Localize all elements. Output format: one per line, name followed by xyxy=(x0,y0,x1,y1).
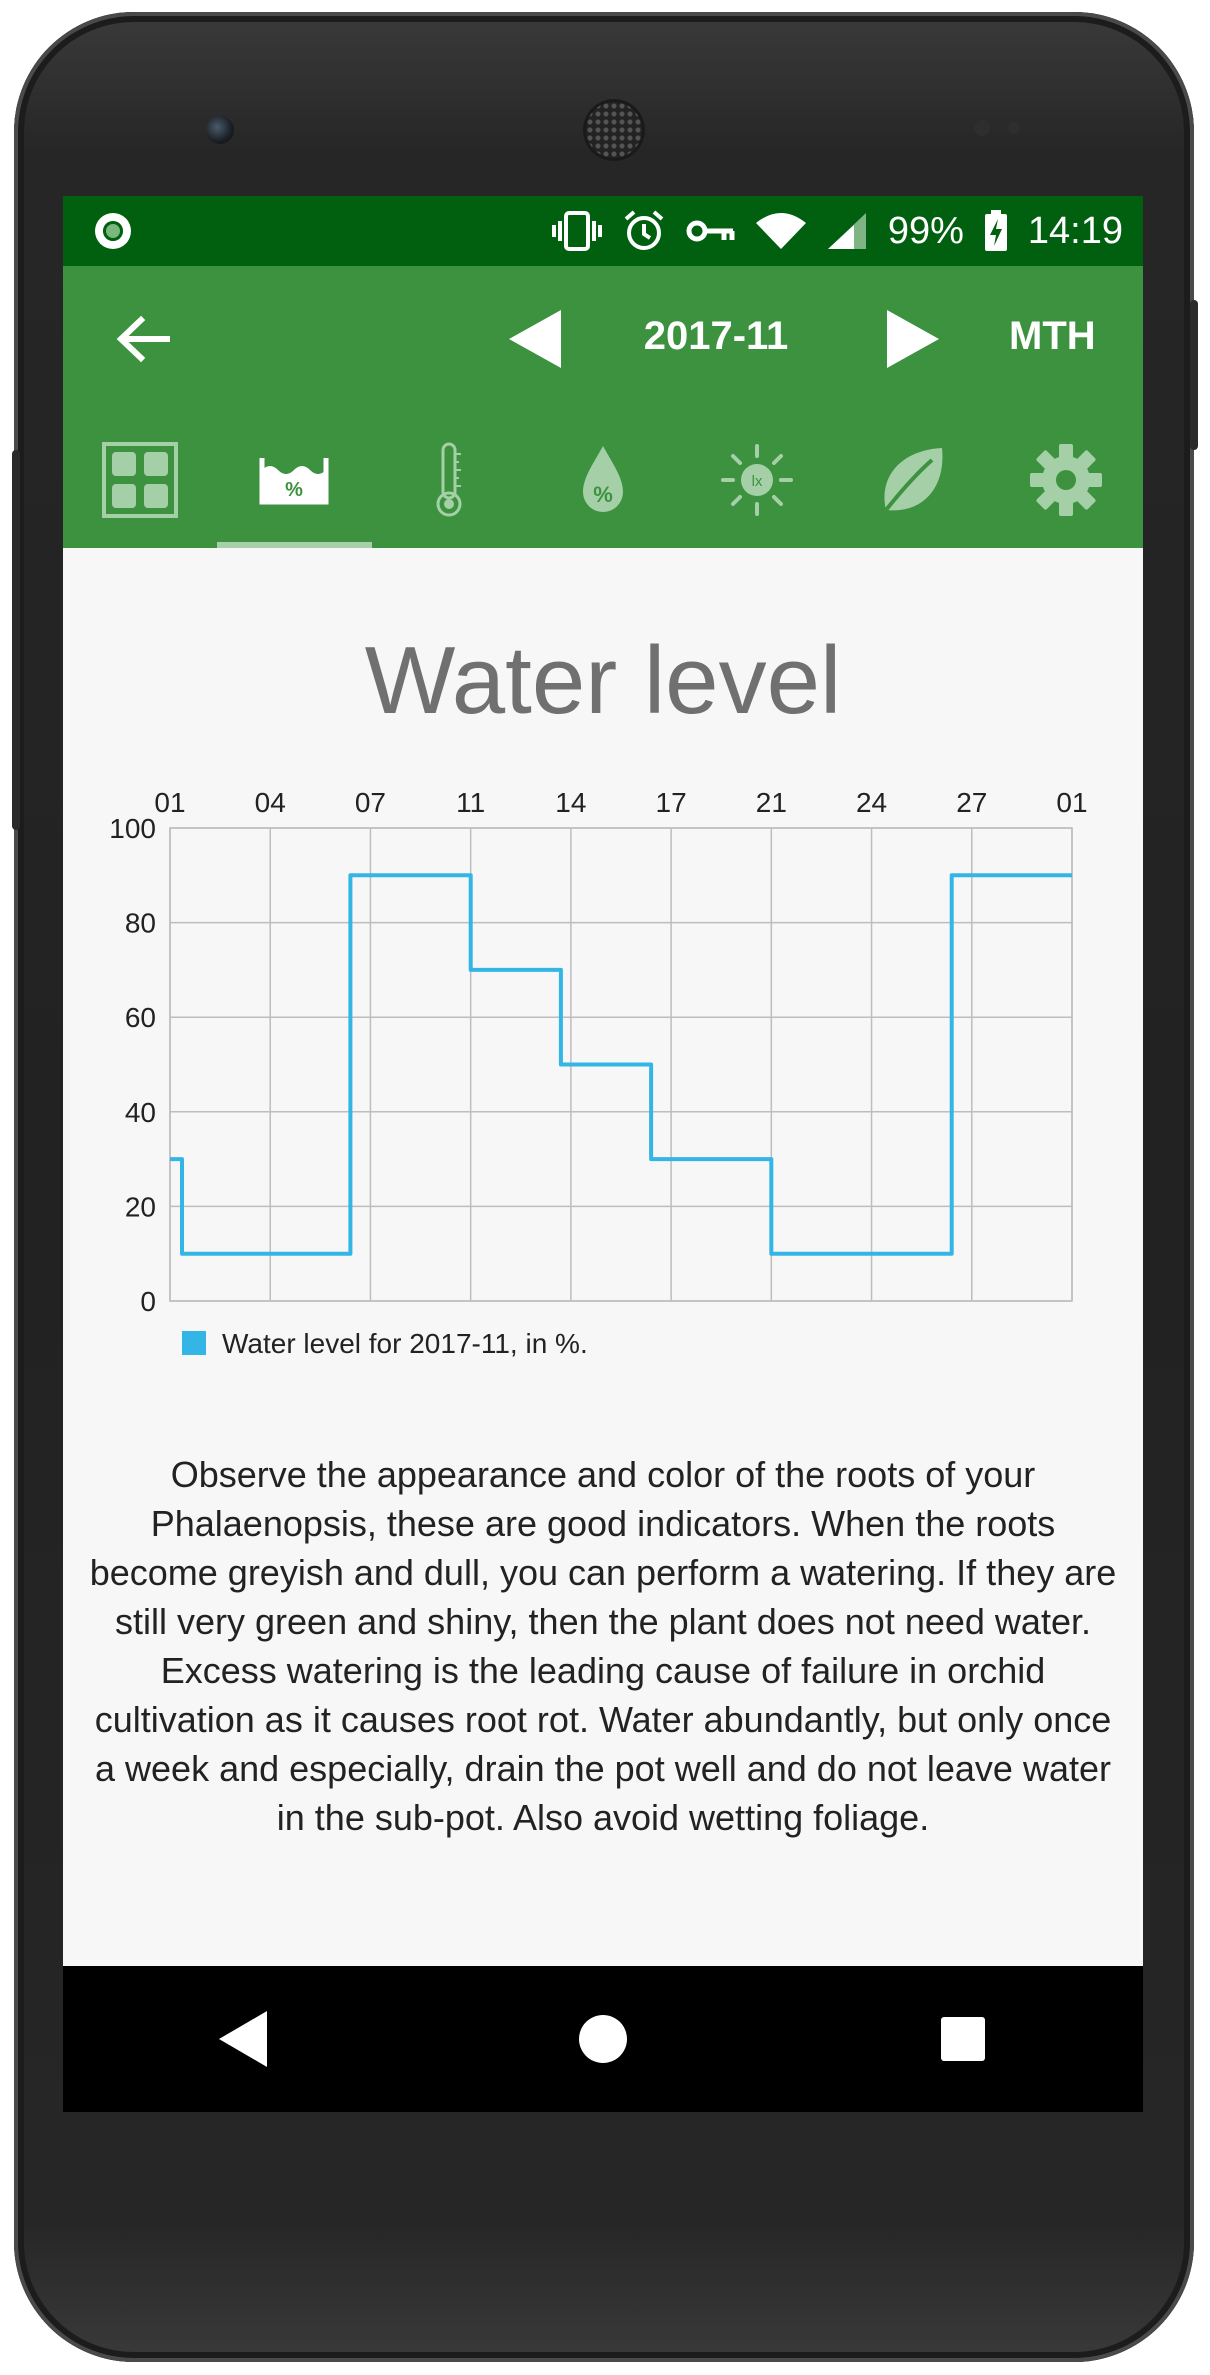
nav-back-triangle-icon xyxy=(219,2011,267,2067)
svg-text:lx: lx xyxy=(752,473,763,490)
battery-charging-icon xyxy=(984,210,1007,251)
tab-dashboard[interactable] xyxy=(63,412,217,548)
vpn-key-icon xyxy=(686,220,735,242)
svg-text:%: % xyxy=(593,482,613,507)
clock: 14:19 xyxy=(1027,209,1123,252)
cell-signal-icon xyxy=(827,213,866,249)
nav-home-circle-icon xyxy=(579,2015,627,2063)
y-tick-label: 100 xyxy=(109,813,156,844)
tab-bar: % % lx xyxy=(63,412,1143,548)
x-tick-label: 11 xyxy=(456,787,485,818)
period-mode-button[interactable]: MTH xyxy=(1009,314,1096,359)
tab-water-level[interactable]: % xyxy=(217,412,372,548)
x-tick-label: 27 xyxy=(956,787,987,818)
x-tick-label: 24 xyxy=(856,787,887,818)
thermometer-icon xyxy=(436,442,462,517)
water-level-icon: % xyxy=(259,458,329,505)
x-tick-label: 07 xyxy=(355,787,386,818)
navigation-bar xyxy=(63,1966,1143,2112)
x-tick-label: 04 xyxy=(255,787,286,818)
status-bar: 99% 14:19 xyxy=(63,196,1143,266)
leaf-icon xyxy=(883,448,943,512)
tab-humidity[interactable]: % xyxy=(526,412,680,548)
legend-swatch xyxy=(182,1331,206,1355)
legend-label: Water level for 2017-11, in %. xyxy=(222,1328,588,1359)
front-camera xyxy=(206,116,234,144)
back-arrow-icon[interactable] xyxy=(115,314,171,364)
earpiece-speaker xyxy=(586,102,642,158)
notification-icon xyxy=(95,213,131,249)
status-icons: 99% 14:19 xyxy=(551,196,1123,266)
care-tip-text: Observe the appearance and color of the … xyxy=(89,1454,1117,1838)
y-tick-label: 20 xyxy=(125,1191,156,1222)
water-level-chart: 01 04 07 11 14 17 21 24 27 01 0 20 40 60 80 100 Water le… xyxy=(109,787,1087,1359)
toolbar: 2017-11 MTH xyxy=(63,266,1143,412)
series-line xyxy=(170,873,1072,1256)
y-tick-label: 80 xyxy=(125,908,156,939)
light-sensor xyxy=(1008,122,1020,134)
dashboard-grid-icon xyxy=(102,442,179,518)
tab-light[interactable]: lx xyxy=(680,412,834,548)
svg-text:%: % xyxy=(286,479,304,501)
y-tick-label: 0 xyxy=(140,1286,156,1317)
period-label: 2017-11 xyxy=(643,314,789,358)
humidity-drop-icon: % xyxy=(582,446,623,512)
nav-recents-button[interactable] xyxy=(903,1979,1023,2099)
nav-home-button[interactable] xyxy=(543,1979,663,2099)
x-tick-label: 01 xyxy=(1056,787,1087,818)
next-period-icon[interactable] xyxy=(883,308,943,370)
screen: 99% 14:19 2017-11 MTH % % lx Water level… xyxy=(63,196,1143,2112)
tab-plant[interactable] xyxy=(834,412,988,548)
x-tick-label: 01 xyxy=(154,787,185,818)
gear-icon xyxy=(1029,444,1102,516)
battery-percentage: 99% xyxy=(887,209,964,252)
chart-title: Water level xyxy=(364,627,842,734)
y-tick-label: 40 xyxy=(125,1097,156,1128)
y-tick-label: 60 xyxy=(125,1002,156,1033)
tab-settings[interactable] xyxy=(989,412,1143,548)
x-tick-label: 14 xyxy=(555,787,586,818)
nav-recents-square-icon xyxy=(941,2017,985,2061)
light-lux-icon: lx xyxy=(721,444,794,516)
previous-period-icon[interactable] xyxy=(505,308,565,370)
wifi-icon xyxy=(755,213,806,249)
power-button[interactable] xyxy=(12,450,20,830)
alarm-icon xyxy=(624,210,664,250)
vibrate-icon xyxy=(551,211,602,251)
nav-back-button[interactable] xyxy=(183,1979,303,2099)
proximity-sensor xyxy=(974,120,990,136)
volume-button[interactable] xyxy=(1190,300,1198,450)
x-tick-label: 21 xyxy=(756,787,787,818)
x-tick-label: 17 xyxy=(656,787,687,818)
tab-temperature[interactable] xyxy=(372,412,526,548)
